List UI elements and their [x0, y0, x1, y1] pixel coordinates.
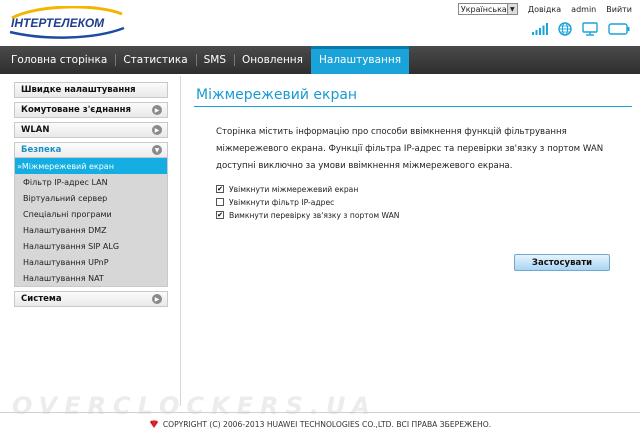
- security-submenu: »Міжмережевий екран Фільтр IP-адрес LAN …: [14, 158, 168, 287]
- sidebar-item-dmz[interactable]: Налаштування DMZ: [15, 222, 167, 238]
- battery-icon: [608, 23, 630, 35]
- option-label: Вимкнути перевірку зв'язку з портом WAN: [229, 210, 400, 220]
- apply-button[interactable]: Застосувати: [514, 254, 610, 271]
- nav-statistics[interactable]: Статистика: [115, 46, 195, 74]
- help-link[interactable]: Довідка: [528, 5, 561, 14]
- title-underline: [194, 106, 632, 107]
- sidebar: Швидке налаштування Комутоване з'єднання…: [14, 82, 168, 311]
- nav-settings[interactable]: Налаштування: [311, 46, 410, 74]
- sidebar-group-label: WLAN: [21, 125, 50, 135]
- dropdown-arrow-icon[interactable]: ▼: [506, 4, 517, 14]
- nav-sms[interactable]: SMS: [195, 46, 234, 74]
- language-select[interactable]: Українська ▼: [457, 3, 518, 15]
- sidebar-item-nat[interactable]: Налаштування NAT: [15, 270, 167, 286]
- sidebar-item-virtual-server[interactable]: Віртуальний сервер: [15, 190, 167, 206]
- logo-text: ІНТЕРТЕЛЕКОМ: [11, 16, 105, 30]
- page-title: Міжмережевий екран: [196, 87, 358, 103]
- sidebar-item-sip-alg[interactable]: Налаштування SIP ALG: [15, 238, 167, 254]
- option-label: Увімкнути міжмережевий екран: [229, 184, 359, 194]
- sidebar-group-system[interactable]: Система ▶: [14, 291, 168, 307]
- chevron-right-icon: ▶: [152, 125, 162, 135]
- monitor-icon: [582, 22, 598, 36]
- logout-link[interactable]: Вийти: [606, 5, 632, 14]
- sidebar-group-dialup[interactable]: Комутоване з'єднання ▶: [14, 102, 168, 118]
- watermark: OVERCLOCKERS.UA: [12, 392, 377, 420]
- sidebar-item-special-apps[interactable]: Спеціальні програми: [15, 206, 167, 222]
- checkbox-enable-firewall[interactable]: ✔: [216, 185, 224, 193]
- sidebar-group-label: Комутоване з'єднання: [21, 105, 132, 115]
- option-disable-wan-ping[interactable]: ✔ Вимкнути перевірку зв'язку з портом WA…: [216, 209, 400, 221]
- huawei-logo-icon: [149, 419, 158, 428]
- checkbox-enable-ip-filter[interactable]: [216, 198, 224, 206]
- checkbox-disable-wan-ping[interactable]: ✔: [216, 211, 224, 219]
- language-value: Українська: [460, 4, 507, 14]
- option-enable-firewall[interactable]: ✔ Увімкнути міжмережевий екран: [216, 183, 358, 195]
- chevron-right-icon: ▶: [152, 294, 162, 304]
- user-name: admin: [571, 4, 597, 14]
- nav-home[interactable]: Головна сторінка: [3, 46, 115, 74]
- globe-icon: [558, 22, 572, 36]
- content-divider: [180, 76, 181, 406]
- sidebar-group-label: Система: [21, 294, 62, 304]
- sidebar-item-lan-ip-filter[interactable]: Фільтр IP-адрес LAN: [15, 174, 167, 190]
- nav-update[interactable]: Оновлення: [234, 46, 311, 74]
- page-description: Сторінка містить інформацію про способи …: [216, 127, 604, 171]
- sidebar-group-quick-setup[interactable]: Швидке налаштування: [14, 82, 168, 98]
- sidebar-group-label: Швидке налаштування: [21, 85, 136, 95]
- chevron-down-icon: ▼: [152, 145, 162, 155]
- sidebar-item-firewall[interactable]: »Міжмережевий екран: [15, 158, 167, 174]
- option-label: Увімкнути фільтр IP-адрес: [229, 197, 335, 207]
- sidebar-group-wlan[interactable]: WLAN ▶: [14, 122, 168, 138]
- intertelecom-logo[interactable]: ІНТЕРТЕЛЕКОМ: [8, 6, 126, 40]
- top-links: Українська ▼ Довідка admin Вийти: [457, 2, 632, 16]
- main-nav: Головна сторінка Статистика SMS Оновленн…: [0, 46, 640, 74]
- footer-divider: [0, 412, 640, 413]
- status-icons: [532, 22, 630, 36]
- chevron-right-icon: ▶: [152, 105, 162, 115]
- footer: COPYRIGHT (C) 2006-2013 HUAWEI TECHNOLOG…: [0, 417, 640, 431]
- sidebar-group-label: Безпека: [21, 145, 62, 155]
- signal-icon: [532, 23, 548, 35]
- copyright-text: COPYRIGHT (C) 2006-2013 HUAWEI TECHNOLOG…: [162, 419, 492, 429]
- option-enable-ip-filter[interactable]: Увімкнути фільтр IP-адрес: [216, 196, 334, 208]
- sidebar-group-security[interactable]: Безпека ▼: [14, 142, 168, 158]
- header: ІНТЕРТЕЛЕКОМ Українська ▼ Довідка admin …: [0, 0, 640, 46]
- sidebar-item-upnp[interactable]: Налаштування UPnP: [15, 254, 167, 270]
